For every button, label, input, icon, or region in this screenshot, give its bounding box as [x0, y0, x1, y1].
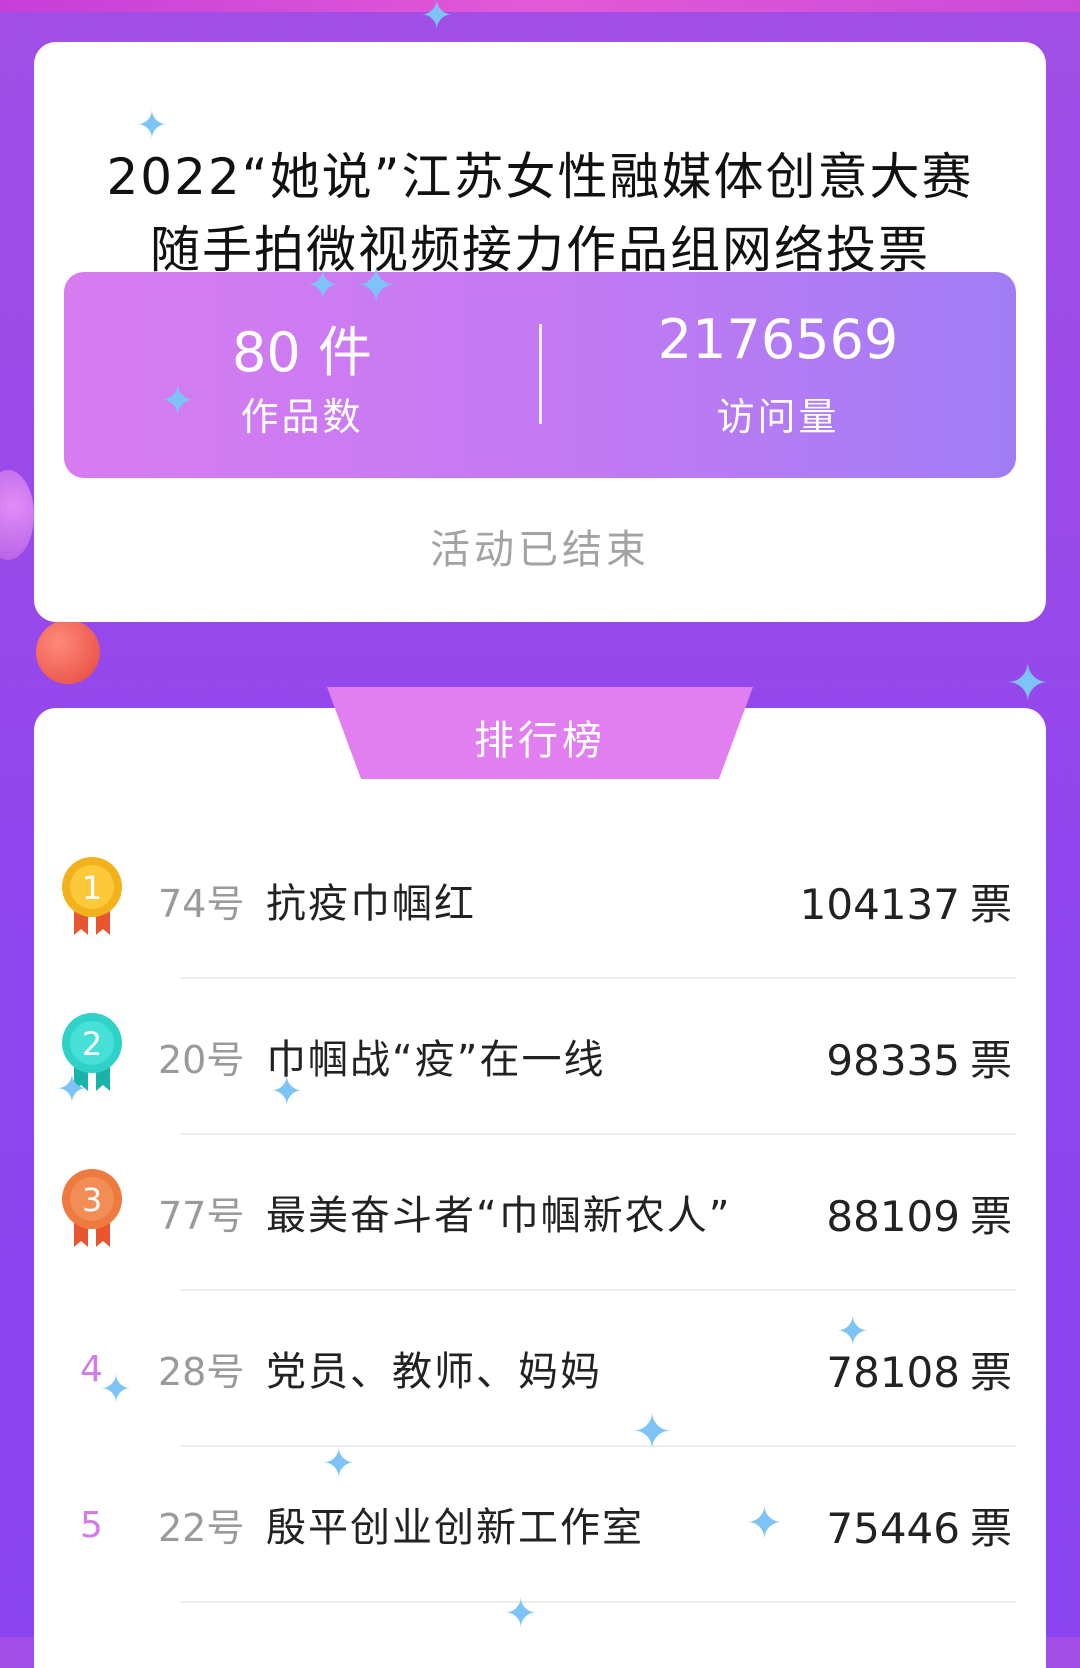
ranking-row[interactable]: 3 77号 最美奋斗者“巾帼新农人” 88109 票: [34, 1135, 1046, 1291]
entry-votes: 104137 票: [800, 871, 1012, 932]
entry-name[interactable]: 巾帼战“疫”在一线: [266, 1027, 605, 1085]
sparkle-icon: ✦: [420, 0, 454, 39]
row-separator: [180, 1601, 1016, 1603]
activity-info-card: 2022“她说”江苏女性融媒体创意大赛 随手拍微视频接力作品组网络投票 80 件…: [34, 42, 1046, 622]
visits-stat: 2176569 访问量: [540, 272, 1016, 478]
vote-count: 75446: [826, 1504, 960, 1553]
works-stat: 80 件 作品数: [64, 272, 540, 478]
entry-name[interactable]: 党员、教师、妈妈: [266, 1339, 602, 1397]
activity-title-line1: 2022“她说”江苏女性融媒体创意大赛: [106, 148, 974, 206]
top-banner-edge: [0, 0, 1080, 12]
activity-status: 活动已结束: [430, 527, 650, 573]
stats-panel: 80 件 作品数 2176569 访问量: [64, 272, 1016, 478]
medal-rank: 3: [82, 1181, 102, 1219]
ranking-row[interactable]: 5 22号 殷平创业创新工作室 75446 票: [34, 1447, 1046, 1603]
entry-votes: 75446 票: [826, 1495, 1012, 1556]
sparkle-icon: ✦: [136, 103, 168, 147]
vote-count: 88109: [826, 1192, 960, 1241]
medal-rank: 2: [82, 1025, 102, 1063]
sparkle-icon: ✦: [270, 1069, 304, 1115]
sparkle-icon: ✦: [160, 376, 196, 425]
sparkle-icon: ✦: [632, 1404, 673, 1460]
entry-votes: 98335 票: [826, 1027, 1012, 1088]
vote-unit: 票: [969, 1036, 1012, 1085]
entry-name[interactable]: 殷平创业创新工作室: [266, 1495, 644, 1553]
gold-medal-icon: 1: [62, 857, 122, 935]
ranking-row[interactable]: 4 28号 党员、教师、妈妈 78108 票: [34, 1291, 1046, 1447]
entry-number: 28号: [158, 1350, 245, 1394]
ranking-row[interactable]: 1 74号 抗疫巾帼红 104137 票: [34, 823, 1046, 979]
medal-rank: 1: [82, 869, 102, 907]
entry-number: 77号: [158, 1194, 245, 1238]
entry-votes: 88109 票: [826, 1183, 1012, 1244]
ranking-row[interactable]: 2 20号 巾帼战“疫”在一线 98335 票: [34, 979, 1046, 1135]
works-label: 作品数: [240, 395, 364, 439]
sparkle-icon: ✦: [306, 263, 340, 309]
sparkle-icon: ✦: [836, 1309, 870, 1355]
sparkle-icon: ✦: [56, 1067, 88, 1111]
decor-ball-pink: [0, 470, 34, 560]
sparkle-icon: ✦: [1006, 654, 1050, 714]
sparkle-icon: ✦: [322, 1441, 356, 1487]
vote-unit: 票: [969, 1504, 1012, 1553]
entry-number: 20号: [158, 1038, 245, 1082]
sparkle-icon: ✦: [746, 1498, 783, 1549]
entry-number: 74号: [158, 882, 245, 926]
vote-count: 104137: [799, 880, 960, 929]
sparkle-icon: ✦: [504, 1591, 538, 1637]
entry-number: 22号: [158, 1506, 245, 1550]
bronze-medal-icon: 3: [62, 1169, 122, 1247]
vote-count: 78108: [826, 1348, 960, 1397]
vote-unit: 票: [969, 1192, 1012, 1241]
vote-unit: 票: [969, 1348, 1012, 1397]
visits-count: 2176569: [657, 308, 899, 371]
vote-unit: 票: [969, 880, 1012, 929]
decor-ball-red: [36, 620, 100, 684]
works-count: 80 件: [232, 321, 372, 384]
ranking-title: 排行榜: [474, 718, 606, 764]
sparkle-icon: ✦: [356, 258, 397, 314]
vote-count: 98335: [826, 1036, 960, 1085]
entry-name[interactable]: 最美奋斗者“巾帼新农人”: [266, 1183, 731, 1241]
visits-label: 访问量: [716, 395, 840, 439]
entry-name[interactable]: 抗疫巾帼红: [266, 871, 476, 929]
sparkle-icon: ✦: [100, 1367, 132, 1411]
rank-number: 5: [80, 1505, 103, 1546]
